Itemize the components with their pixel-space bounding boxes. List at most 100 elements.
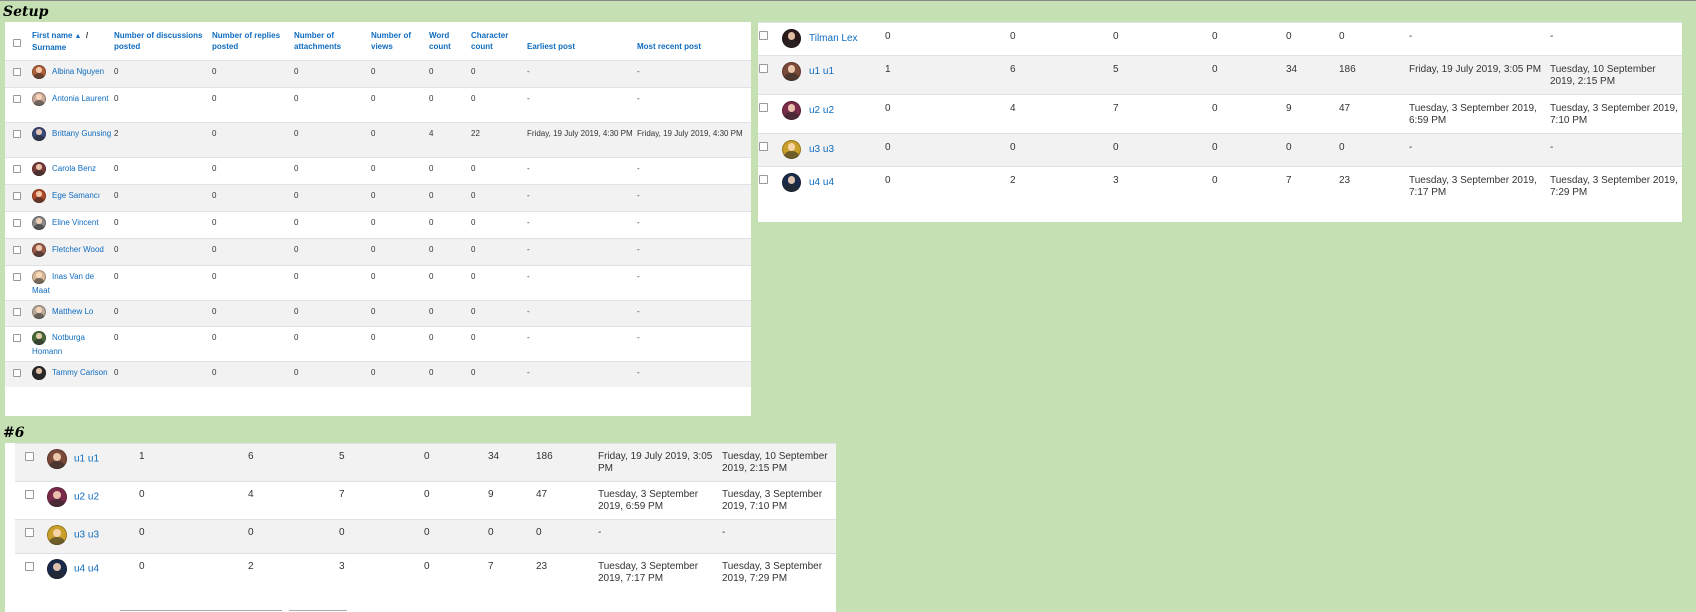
earliest-post: -	[527, 299, 637, 326]
user-avatar[interactable]	[47, 449, 67, 469]
table-row: Inas Van de Maat 0 0 0 0 0 0- -	[5, 264, 751, 300]
user-name-link[interactable]: Tilman Lex	[809, 33, 858, 44]
sort-words-link[interactable]: Word count	[429, 31, 451, 51]
user-avatar[interactable]	[782, 62, 801, 81]
user-name-link[interactable]: Ege Samancı	[52, 191, 100, 200]
attachments-count: 0	[294, 121, 371, 157]
most-recent-post: -	[1550, 22, 1682, 56]
sort-recent-link[interactable]: Most recent post	[637, 42, 701, 51]
user-avatar[interactable]	[32, 304, 46, 319]
attachments-count: 0	[294, 156, 371, 184]
user-avatar[interactable]	[47, 525, 67, 545]
user-avatar[interactable]	[782, 173, 801, 192]
row-select-checkbox[interactable]	[13, 333, 21, 342]
partial-button[interactable]	[289, 610, 347, 611]
row-select-checkbox[interactable]	[13, 245, 21, 254]
row-select-checkbox[interactable]	[13, 164, 21, 173]
sort-attachments-link[interactable]: Number of attachments	[294, 31, 341, 51]
word-count: 0	[429, 264, 471, 300]
user-name-link[interactable]: u3 u3	[74, 530, 99, 541]
sort-replies-link[interactable]: Number of replies posted	[212, 31, 280, 51]
user-name-link[interactable]: Albina Nguyen	[52, 67, 104, 76]
character-count: 47	[536, 481, 598, 520]
word-count: 0	[429, 183, 471, 211]
row-select-checkbox[interactable]	[759, 31, 768, 40]
user-avatar[interactable]	[782, 101, 801, 120]
row-select-checkbox[interactable]	[13, 218, 21, 227]
select-all-checkbox[interactable]	[13, 39, 21, 47]
user-name-link[interactable]: u4 u4	[809, 177, 834, 188]
row-select-checkbox[interactable]	[13, 368, 21, 377]
views-count: 0	[1212, 166, 1286, 206]
user-avatar[interactable]	[47, 559, 67, 579]
user-name-link[interactable]: u4 u4	[74, 564, 99, 575]
user-name-link[interactable]: Eline Vincent	[52, 218, 99, 227]
word-count: 9	[488, 481, 536, 520]
user-avatar[interactable]	[32, 188, 46, 203]
user-name-link[interactable]: u1 u1	[809, 66, 834, 77]
word-count: 0	[429, 325, 471, 361]
table-row: u3 u3 0 0 0 0 0 0- -	[758, 133, 1682, 167]
user-avatar[interactable]	[32, 242, 46, 257]
user-avatar[interactable]	[32, 161, 46, 176]
row-select-checkbox[interactable]	[13, 191, 21, 200]
user-avatar[interactable]	[32, 365, 46, 380]
character-count: 0	[471, 360, 527, 387]
user-name-link[interactable]: u3 u3	[809, 144, 834, 155]
row-select-checkbox[interactable]	[759, 142, 768, 151]
user-name-link[interactable]: u2 u2	[74, 492, 99, 503]
row-select-checkbox[interactable]	[759, 175, 768, 184]
sort-views-link[interactable]: Number of views	[371, 31, 411, 51]
row-select-checkbox[interactable]	[25, 562, 34, 571]
user-name-link[interactable]: Tammy Carlson	[52, 368, 108, 377]
sort-firstname-link[interactable]: First name	[32, 31, 72, 40]
user-name-link[interactable]: Matthew Lo	[52, 307, 93, 316]
table-row: Fletcher Wood 0 0 0 0 0 0- -	[5, 237, 751, 265]
user-stats-table-large: Tilman Lex 0 0 0 0 0 0- - u1 u1 1 6 5 0 34 186 Friday, …	[758, 22, 1682, 222]
sort-surname-link[interactable]: Surname	[32, 43, 66, 52]
discussions-count: 0	[114, 59, 212, 87]
discussions-count: 0	[885, 22, 1010, 56]
user-avatar[interactable]	[47, 487, 67, 507]
views-count: 0	[371, 59, 429, 87]
user-avatar[interactable]	[32, 215, 46, 230]
most-recent-post: Tuesday, 10 September 2019, 2:15 PM	[722, 443, 836, 482]
row-select-checkbox[interactable]	[13, 129, 21, 138]
row-select-checkbox[interactable]	[13, 67, 21, 76]
replies-count: 0	[212, 299, 294, 326]
row-select-checkbox[interactable]	[759, 64, 768, 73]
row-select-checkbox[interactable]	[25, 490, 34, 499]
user-avatar[interactable]	[32, 126, 46, 141]
views-count: 0	[1212, 55, 1286, 95]
earliest-post: -	[527, 210, 637, 238]
row-select-checkbox[interactable]	[13, 272, 21, 281]
table-row: Eline Vincent 0 0 0 0 0 0- -	[5, 210, 751, 238]
user-name-link[interactable]: Carola Benz	[52, 164, 96, 173]
sort-earliest-link[interactable]: Earliest post	[527, 42, 575, 51]
row-select-checkbox[interactable]	[13, 307, 21, 316]
row-select-checkbox[interactable]	[25, 452, 34, 461]
user-avatar[interactable]	[782, 140, 801, 159]
replies-count: 6	[1010, 55, 1113, 95]
user-avatar[interactable]	[32, 269, 46, 284]
user-name-link[interactable]: u1 u1	[74, 454, 99, 465]
sort-chars-link[interactable]: Character count	[471, 31, 508, 51]
user-avatar[interactable]	[32, 64, 46, 79]
most-recent-post: -	[1550, 133, 1682, 167]
row-select-checkbox[interactable]	[25, 528, 34, 537]
user-avatar[interactable]	[32, 91, 46, 106]
user-name-link[interactable]: u2 u2	[809, 105, 834, 116]
table-row: u2 u2 0 4 7 0 9 47 Tuesday, 3 September 2019, 6…	[758, 94, 1682, 134]
most-recent-post: -	[637, 210, 751, 238]
user-name-link[interactable]: Fletcher Wood	[52, 245, 104, 254]
sort-discussions-link[interactable]: Number of discussions posted	[114, 31, 202, 51]
user-avatar[interactable]	[782, 29, 801, 48]
views-count: 0	[371, 121, 429, 157]
user-name-link[interactable]: Antonia Laurent	[52, 94, 109, 103]
row-select-checkbox[interactable]	[13, 94, 21, 103]
views-count: 0	[371, 156, 429, 184]
row-select-checkbox[interactable]	[759, 103, 768, 112]
views-count: 0	[371, 360, 429, 387]
user-name-link[interactable]: Brittany Gunsing	[52, 129, 111, 138]
user-avatar[interactable]	[32, 330, 46, 345]
